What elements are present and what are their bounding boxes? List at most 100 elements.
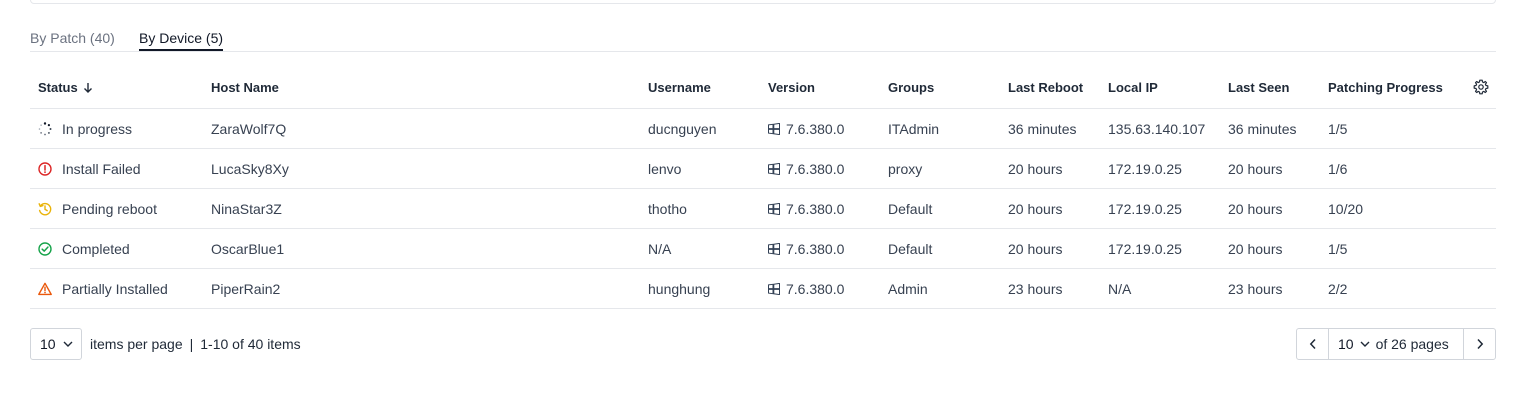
column-header-local-ip[interactable]: Local IP <box>1108 80 1158 96</box>
version-text: 7.6.380.0 <box>786 121 845 137</box>
last-reboot-cell: 20 hours <box>1008 241 1063 257</box>
error-circle-icon <box>38 162 52 176</box>
history-icon <box>38 202 52 216</box>
table-row[interactable]: Install Failed LucaSky8Xy lenvo 7.6.380.… <box>30 149 1496 189</box>
column-header-last-reboot[interactable]: Last Reboot <box>1008 80 1083 96</box>
local-ip-cell: 172.19.0.25 <box>1108 201 1182 217</box>
spinner-icon <box>38 122 52 136</box>
version-text: 7.6.380.0 <box>786 241 845 257</box>
page-size-value: 10 <box>40 336 56 352</box>
groups-cell: proxy <box>888 161 923 177</box>
top-card <box>30 0 1496 4</box>
page-select[interactable]: 10 of 26 pages <box>1329 329 1449 359</box>
host-name-cell: OscarBlue1 <box>211 241 285 257</box>
column-header-groups[interactable]: Groups <box>888 80 934 96</box>
tab-by-device[interactable]: By Device (5) <box>139 30 224 51</box>
table-body: In progress ZaraWolf7Q ducnguyen 7.6.380… <box>30 109 1496 309</box>
host-name-cell: NinaStar3Z <box>211 201 282 217</box>
page-size-select[interactable]: 10 <box>30 328 82 360</box>
status-text: Install Failed <box>62 161 141 177</box>
column-header-status[interactable]: Status <box>38 80 93 96</box>
last-seen-cell: 23 hours <box>1228 281 1283 297</box>
tab-bar: By Patch (40) By Device (5) <box>30 24 1496 52</box>
table-row[interactable]: Partially Installed PiperRain2 hunghung … <box>30 269 1496 309</box>
gear-icon[interactable] <box>1473 79 1489 95</box>
total-pages-label: of 26 pages <box>1375 336 1449 352</box>
version-cell: 7.6.380.0 <box>768 281 844 297</box>
page-size-controls: 10 items per page | 1-10 of 40 items <box>30 328 301 360</box>
column-header-version[interactable]: Version <box>768 80 815 96</box>
groups-cell: Default <box>888 201 933 217</box>
status-text: In progress <box>62 121 133 137</box>
last-reboot-cell: 36 minutes <box>1008 121 1077 137</box>
version-text: 7.6.380.0 <box>786 281 845 297</box>
windows-icon <box>768 242 780 255</box>
username-cell: N/A <box>648 241 672 257</box>
version-cell: 7.6.380.0 <box>768 201 844 217</box>
last-reboot-cell: 23 hours <box>1008 281 1063 297</box>
groups-cell: ITAdmin <box>888 121 940 137</box>
windows-icon <box>768 282 780 295</box>
patching-progress-cell: 1/5 <box>1328 241 1348 257</box>
groups-cell: Admin <box>888 281 928 297</box>
table-header: Status Host Name Username Version Groups… <box>30 68 1496 109</box>
host-name-cell: LucaSky8Xy <box>211 161 289 177</box>
status-text: Pending reboot <box>62 201 157 217</box>
status-text: Partially Installed <box>62 281 168 297</box>
chevron-right-icon <box>1476 338 1483 350</box>
version-cell: 7.6.380.0 <box>768 241 844 257</box>
username-cell: thotho <box>648 201 687 217</box>
local-ip-cell: 172.19.0.25 <box>1108 241 1182 257</box>
items-range-label: 1-10 of 40 items <box>200 336 301 352</box>
version-cell: 7.6.380.0 <box>768 121 844 137</box>
pagination: 10 of 26 pages <box>1296 328 1496 360</box>
status-text: Completed <box>62 241 130 257</box>
last-reboot-cell: 20 hours <box>1008 201 1063 217</box>
column-header-last-seen[interactable]: Last Seen <box>1228 80 1289 96</box>
column-header-status-label: Status <box>38 80 78 95</box>
chevron-down-icon <box>1360 341 1370 347</box>
username-cell: ducnguyen <box>648 121 717 137</box>
local-ip-cell: 135.63.140.107 <box>1108 121 1206 137</box>
version-text: 7.6.380.0 <box>786 161 845 177</box>
username-cell: lenvo <box>648 161 682 177</box>
items-per-page-label: items per page <box>90 336 183 352</box>
pagination-separator: | <box>189 336 194 352</box>
last-seen-cell: 20 hours <box>1228 161 1283 177</box>
tab-by-patch[interactable]: By Patch (40) <box>30 30 115 51</box>
windows-icon <box>768 122 780 135</box>
local-ip-cell: N/A <box>1108 281 1132 297</box>
current-page-value: 10 <box>1338 336 1354 352</box>
warning-triangle-icon <box>38 282 52 296</box>
chevron-left-icon <box>1309 338 1316 350</box>
patching-progress-cell: 1/6 <box>1328 161 1348 177</box>
windows-icon <box>768 202 780 215</box>
patching-progress-cell: 1/5 <box>1328 121 1348 137</box>
version-text: 7.6.380.0 <box>786 201 845 217</box>
version-cell: 7.6.380.0 <box>768 161 844 177</box>
column-header-patching-progress[interactable]: Patching Progress <box>1328 80 1443 96</box>
local-ip-cell: 172.19.0.25 <box>1108 161 1182 177</box>
next-page-button[interactable] <box>1463 329 1495 359</box>
devices-table: Status Host Name Username Version Groups… <box>30 68 1496 309</box>
last-seen-cell: 20 hours <box>1228 201 1283 217</box>
groups-cell: Default <box>888 241 933 257</box>
last-reboot-cell: 20 hours <box>1008 161 1063 177</box>
table-row[interactable]: Completed OscarBlue1 N/A 7.6.380.0 Defau… <box>30 229 1496 269</box>
sort-down-icon[interactable] <box>83 82 93 94</box>
column-header-username[interactable]: Username <box>648 80 711 96</box>
last-seen-cell: 20 hours <box>1228 241 1283 257</box>
windows-icon <box>768 162 780 175</box>
patching-progress-cell: 2/2 <box>1328 281 1348 297</box>
column-header-host-name[interactable]: Host Name <box>211 80 279 96</box>
host-name-cell: PiperRain2 <box>211 281 281 297</box>
check-circle-icon <box>38 242 52 256</box>
chevron-down-icon <box>63 341 73 347</box>
host-name-cell: ZaraWolf7Q <box>211 121 287 137</box>
previous-page-button[interactable] <box>1297 329 1329 359</box>
patching-progress-cell: 10/20 <box>1328 201 1364 217</box>
table-row[interactable]: Pending reboot NinaStar3Z thotho 7.6.380… <box>30 189 1496 229</box>
last-seen-cell: 36 minutes <box>1228 121 1297 137</box>
table-row[interactable]: In progress ZaraWolf7Q ducnguyen 7.6.380… <box>30 109 1496 149</box>
username-cell: hunghung <box>648 281 711 297</box>
